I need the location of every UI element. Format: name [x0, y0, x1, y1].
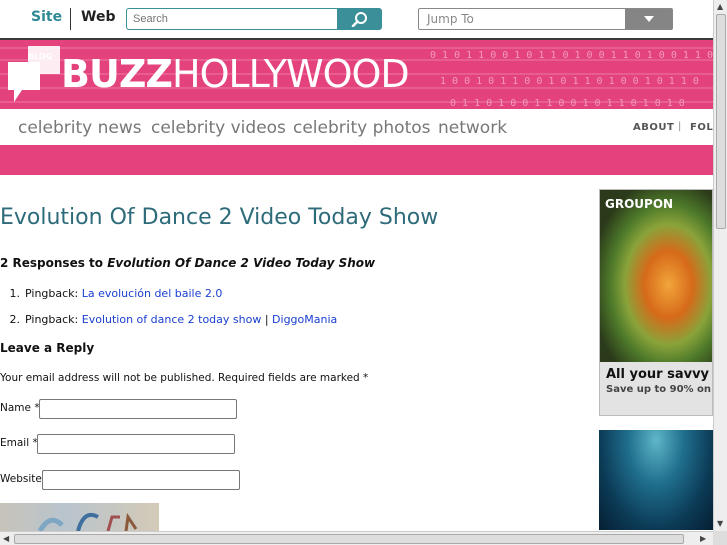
- ad-food-image: [600, 190, 712, 362]
- scroll-right-icon[interactable]: ▶: [700, 534, 706, 543]
- ad-headline: All your savvy f: [606, 367, 713, 382]
- responses-post-title: Evolution Of Dance 2 Video Today Show: [107, 256, 376, 270]
- search-button[interactable]: [337, 8, 382, 30]
- web-search-tab[interactable]: Web: [81, 9, 115, 25]
- divider: [70, 8, 71, 30]
- scroll-up-icon[interactable]: ▲: [717, 2, 723, 11]
- blog-speech-bubble-icon: [8, 46, 60, 102]
- top-bar: Site Web Jump To: [0, 0, 713, 38]
- website-label: Website: [0, 473, 42, 485]
- ocean-ad[interactable]: [599, 430, 713, 530]
- nav-follow[interactable]: FOL: [690, 122, 713, 133]
- captcha-glyphs: [37, 512, 138, 531]
- pingback-item: 1. Pingback: La evolución del baile 2.0: [0, 287, 223, 300]
- search-input[interactable]: [126, 8, 338, 30]
- scroll-down-icon[interactable]: ▼: [717, 519, 723, 528]
- pingback-prefix: Pingback:: [25, 313, 82, 326]
- email-field[interactable]: [37, 434, 235, 454]
- website-field[interactable]: [42, 470, 240, 490]
- nav-network[interactable]: network: [438, 118, 507, 138]
- pingback-link[interactable]: La evolución del baile 2.0: [82, 287, 223, 300]
- nav-celebrity-news[interactable]: celebrity news: [18, 118, 142, 138]
- horizontal-scroll-thumb[interactable]: [14, 534, 684, 544]
- svg-text:0 1 1 0 1 0 0 1 1 0 0 1 0 1 1: 0 1 1 0 1 0 0 1 1 0 0 1 0 1 1 0 1 0 1 0: [450, 98, 685, 109]
- nav-celebrity-photos[interactable]: celebrity photos: [293, 118, 431, 138]
- nav-celebrity-videos[interactable]: celebrity videos: [151, 118, 286, 138]
- jump-to-label: Jump To: [427, 12, 474, 26]
- vertical-scrollbar[interactable]: ▲ ▼: [713, 0, 727, 531]
- logo-blog-label: BLOG: [28, 52, 53, 61]
- search-icon: [351, 12, 367, 27]
- pingback-item: 2. Pingback: Evolution of dance 2 today s…: [0, 313, 338, 326]
- name-label: Name *: [0, 402, 40, 414]
- horizontal-scrollbar[interactable]: ◀ ▶: [0, 531, 713, 545]
- groupon-logo: GROUPON: [605, 197, 674, 211]
- page-title: Evolution Of Dance 2 Video Today Show: [0, 205, 439, 230]
- main-nav: celebrity news celebrity videos celebrit…: [0, 109, 713, 145]
- pingback-link[interactable]: Evolution of dance 2 today show: [82, 313, 262, 326]
- captcha-image: [0, 503, 159, 531]
- site-search-tab[interactable]: Site: [31, 9, 62, 25]
- ad-caption: All your savvy f Save up to 90% on lo: [600, 362, 713, 415]
- logo-buzz[interactable]: BUZZ: [61, 55, 173, 93]
- pingback-site-link[interactable]: DiggoMania: [272, 313, 337, 326]
- chevron-down-icon: [643, 16, 654, 22]
- scrollbar-corner: [713, 531, 727, 545]
- pingback-prefix: Pingback:: [25, 287, 82, 300]
- leave-reply-heading: Leave a Reply: [0, 341, 95, 355]
- vertical-scroll-thumb[interactable]: [716, 14, 726, 229]
- site-header: 0 1 0 1 1 0 0 1 0 1 1 0 1 0 0 1 1 0 1 0 …: [0, 38, 713, 109]
- jump-to-dropdown-button[interactable]: [625, 9, 672, 29]
- name-field[interactable]: [39, 399, 237, 419]
- page: Site Web Jump To 0 1 0 1 1 0: [0, 0, 727, 545]
- required-fields-note: Your email address will not be published…: [0, 372, 369, 384]
- ad-subline: Save up to 90% on lo: [606, 384, 713, 395]
- nav-about[interactable]: ABOUT: [633, 122, 674, 133]
- groupon-ad[interactable]: GROUPON All your savvy f Save up to 90% …: [599, 189, 713, 416]
- svg-text:1 0 0 1 0 1 1 0 0 1 0 1 1 0 1: 1 0 0 1 0 1 1 0 0 1 0 1 1 0 1 0 0 1 0 1 …: [440, 76, 699, 87]
- pingback-separator: |: [261, 313, 273, 326]
- nav-separator: |: [678, 121, 682, 132]
- scroll-left-icon[interactable]: ◀: [3, 534, 9, 543]
- responses-prefix: 2 Responses to: [0, 256, 108, 270]
- email-label: Email *: [0, 437, 38, 449]
- jump-to-select[interactable]: Jump To: [418, 8, 673, 30]
- logo-hollywood[interactable]: HOLLYWOOD: [172, 55, 410, 93]
- pink-band: [0, 145, 713, 175]
- pingback-number: 1.: [9, 287, 21, 300]
- svg-text:0 1 0 1 1 0 0 1 0 1 1 0 1 0 0: 0 1 0 1 1 0 0 1 0 1 1 0 1 0 0 1 1 0 1 0 …: [430, 50, 713, 61]
- pingback-number: 2.: [9, 313, 21, 326]
- responses-heading: 2 Responses to Evolution Of Dance 2 Vide…: [0, 256, 375, 270]
